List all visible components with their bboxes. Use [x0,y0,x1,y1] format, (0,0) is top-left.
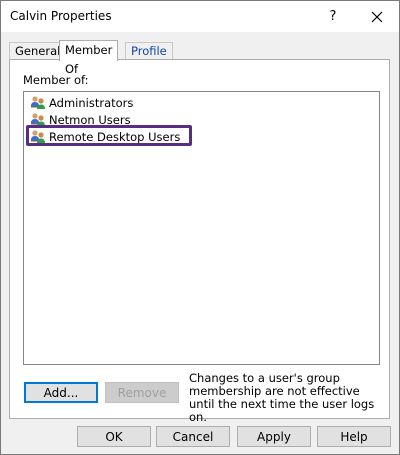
membership-note: Changes to a user's group membership are… [189,371,375,424]
member-of-panel: Member of: Administrators Netmon Users R… [9,59,390,424]
properties-dialog: Calvin Properties ? General Member Of Pr… [0,0,400,455]
apply-button[interactable]: Apply [237,426,311,447]
group-icon [31,95,45,109]
tab-general[interactable]: General [9,42,67,59]
close-button[interactable] [355,1,399,32]
list-item[interactable]: Administrators [30,94,133,111]
tab-member-of[interactable]: Member Of [59,40,119,76]
selection-highlight [26,125,192,146]
title-bar[interactable]: Calvin Properties ? [1,1,399,32]
member-of-label: Member of: [23,73,89,87]
ok-button[interactable]: OK [77,426,151,447]
window-title: Calvin Properties [10,9,112,23]
group-name: Administrators [49,95,134,110]
close-icon [371,11,383,22]
help-button[interactable]: ? [311,1,355,32]
tab-profile[interactable]: Profile [125,42,173,59]
remove-button[interactable]: Remove [105,382,179,403]
cancel-button[interactable]: Cancel [156,426,230,447]
help-footer-button[interactable]: Help [317,426,391,447]
add-button[interactable]: Add... [24,382,98,403]
group-list[interactable]: Administrators Netmon Users Remote Deskt… [23,91,380,365]
